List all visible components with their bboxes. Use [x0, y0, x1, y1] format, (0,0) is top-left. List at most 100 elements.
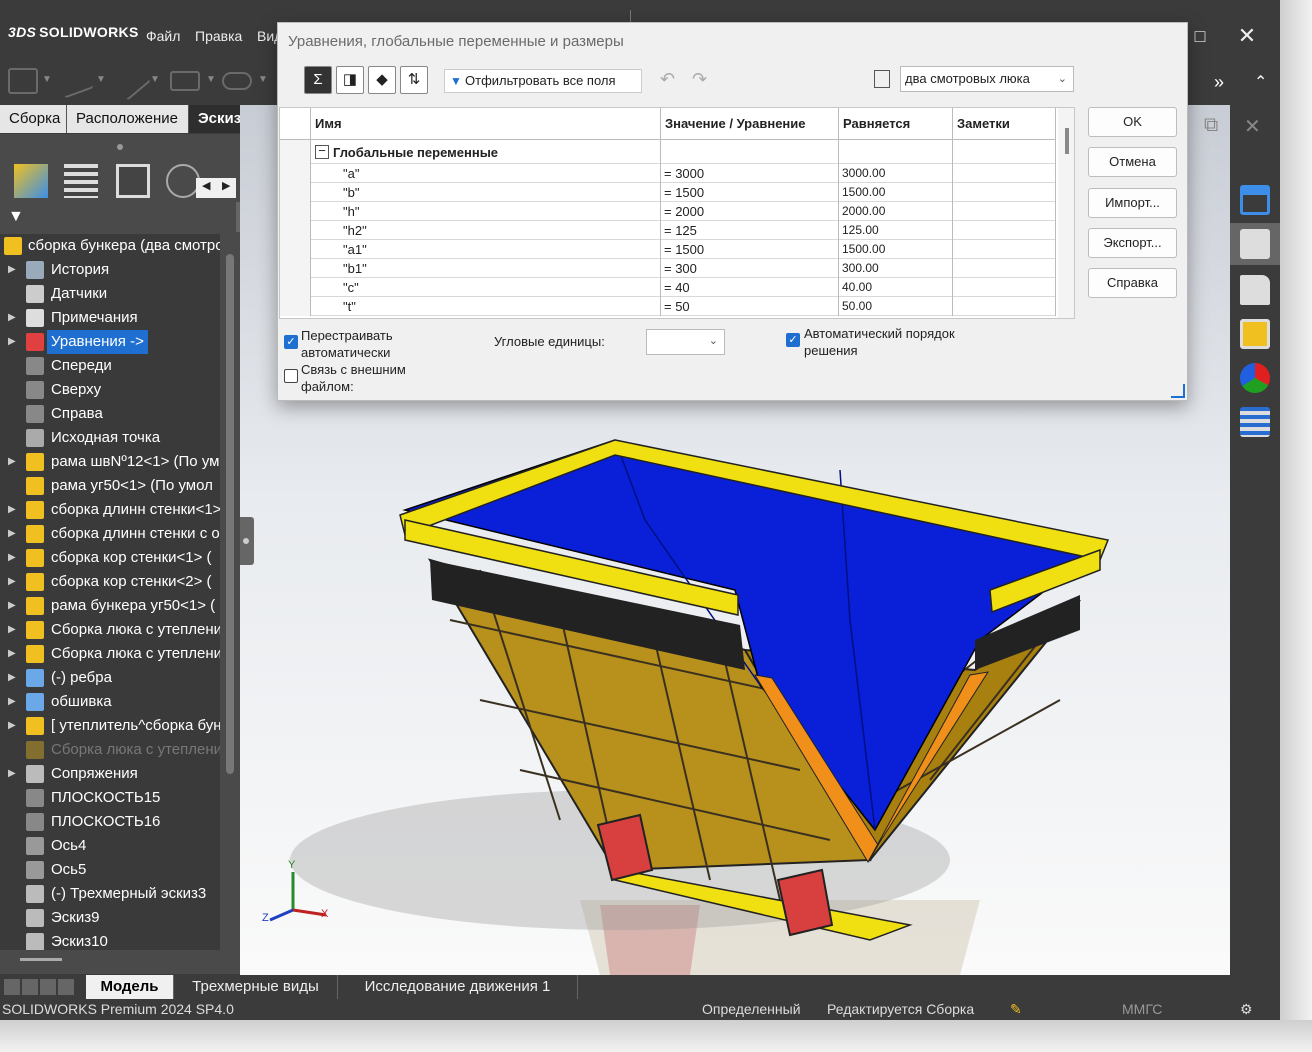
- expand-arrow-icon[interactable]: ▶: [8, 714, 16, 738]
- tree-item[interactable]: рама уг50<1> (По умол: [0, 474, 220, 498]
- tree-item[interactable]: ▶ Сборка люка с утеплени: [0, 642, 220, 666]
- home-icon[interactable]: [1240, 185, 1270, 215]
- tree-root-assembly[interactable]: сборка бункера (два смотро: [0, 234, 220, 258]
- tree-item[interactable]: Сборка люка с утеплени: [0, 738, 220, 762]
- notes-cell[interactable]: [953, 259, 1056, 278]
- expand-toolbar-icon[interactable]: »: [1214, 72, 1224, 93]
- expand-arrow-icon[interactable]: ▶: [8, 330, 16, 354]
- tree-item[interactable]: ▶ сборка длинн стенки<1>: [0, 498, 220, 522]
- expand-arrow-icon[interactable]: ▶: [8, 642, 16, 666]
- tab-motion-study[interactable]: Исследование движения 1: [338, 975, 578, 999]
- link-external-checkbox[interactable]: [284, 369, 298, 383]
- variable-name-cell[interactable]: "b1": [311, 259, 661, 278]
- variable-name-cell[interactable]: "h2": [311, 221, 661, 240]
- column-header-equation[interactable]: Значение / Уравнение: [661, 108, 839, 140]
- equation-cell[interactable]: = 1500: [661, 183, 839, 202]
- tree-item[interactable]: Ось4: [0, 834, 220, 858]
- tab-scroll-arrows[interactable]: ◀ ▶: [196, 178, 236, 198]
- tree-item[interactable]: ПЛОСКОСТЬ16: [0, 810, 220, 834]
- design-library-icon[interactable]: [1240, 229, 1270, 259]
- notes-cell[interactable]: [953, 164, 1056, 183]
- tree-item[interactable]: ▶ сборка длинн стенки с о: [0, 522, 220, 546]
- rebuild-icon[interactable]: ✎: [1010, 999, 1022, 1020]
- section-row[interactable]: − Глобальные переменные: [280, 140, 1056, 164]
- chevron-right-icon[interactable]: ▶: [222, 179, 230, 192]
- table-row[interactable]: "b" = 1500 1500.00: [280, 183, 1056, 202]
- equation-view-icon[interactable]: Σ: [304, 66, 332, 94]
- row-header[interactable]: [280, 297, 311, 316]
- tree-item[interactable]: Сверху: [0, 378, 220, 402]
- angular-units-select[interactable]: ⌄: [646, 329, 725, 355]
- resize-grip[interactable]: [1171, 384, 1185, 398]
- notes-cell[interactable]: [953, 297, 1056, 316]
- tree-item[interactable]: Исходная точка: [0, 426, 220, 450]
- chevron-down-icon[interactable]: ▼: [42, 74, 52, 85]
- table-row[interactable]: "t" = 50 50.00: [280, 297, 1056, 316]
- notes-cell[interactable]: [953, 278, 1056, 297]
- chevron-left-icon[interactable]: ◀: [202, 179, 210, 192]
- table-row[interactable]: "h" = 2000 2000.00: [280, 202, 1056, 221]
- variable-name-cell[interactable]: "h": [311, 202, 661, 221]
- appearances-icon[interactable]: [1240, 363, 1270, 393]
- tree-item[interactable]: ▶ Сопряжения: [0, 762, 220, 786]
- filter-icon[interactable]: ▼: [8, 208, 24, 226]
- expand-arrow-icon[interactable]: ▶: [8, 570, 16, 594]
- auto-solve-checkbox[interactable]: ✓: [786, 333, 800, 347]
- tree-item[interactable]: Ось5: [0, 858, 220, 882]
- last-tab-arrow[interactable]: [58, 979, 74, 995]
- configuration-select[interactable]: два смотровых люка ⌄: [900, 66, 1074, 92]
- ordered-view-icon[interactable]: ⇅: [400, 66, 428, 94]
- notes-cell[interactable]: [953, 202, 1056, 221]
- column-header-evaluates[interactable]: Равняется: [839, 108, 953, 140]
- variable-name-cell[interactable]: "b": [311, 183, 661, 202]
- notes-cell[interactable]: [953, 183, 1056, 202]
- tree-item[interactable]: ▶ Сборка люка с утеплени: [0, 618, 220, 642]
- equation-cell[interactable]: = 125: [661, 221, 839, 240]
- equation-cell[interactable]: = 300: [661, 259, 839, 278]
- row-header[interactable]: [280, 259, 311, 278]
- dimxpert-tab-icon[interactable]: [166, 164, 200, 198]
- collapse-icon[interactable]: −: [315, 144, 329, 159]
- chevron-down-icon[interactable]: ▼: [258, 74, 268, 85]
- variable-name-cell[interactable]: "a1": [311, 240, 661, 259]
- tree-item[interactable]: ▶ (-) ребра: [0, 666, 220, 690]
- menu-file[interactable]: Файл: [146, 28, 180, 44]
- expand-arrow-icon[interactable]: ▶: [8, 618, 16, 642]
- row-header[interactable]: [280, 221, 311, 240]
- scroll-thumb[interactable]: [1065, 128, 1069, 154]
- column-header-name[interactable]: Имя: [311, 108, 661, 140]
- equation-cell[interactable]: = 2000: [661, 202, 839, 221]
- chevron-down-icon[interactable]: ▼: [150, 74, 160, 85]
- dimension-view-icon[interactable]: ◆: [368, 66, 396, 94]
- tree-item[interactable]: ▶ обшивка: [0, 690, 220, 714]
- tree-item[interactable]: Справа: [0, 402, 220, 426]
- prev-tab-arrow[interactable]: [22, 979, 38, 995]
- tree-item[interactable]: ▶ сборка кор стенки<1> (: [0, 546, 220, 570]
- row-header[interactable]: [280, 164, 311, 183]
- unit-system[interactable]: ММГС: [1122, 999, 1162, 1020]
- import-button[interactable]: Импорт...: [1088, 188, 1177, 218]
- tree-item[interactable]: ▶ Примечания: [0, 306, 220, 330]
- export-button[interactable]: Экспорт...: [1088, 228, 1177, 258]
- table-row[interactable]: "b1" = 300 300.00: [280, 259, 1056, 278]
- sketch-equation-view-icon[interactable]: ◨: [336, 66, 364, 94]
- variable-name-cell[interactable]: "t": [311, 297, 661, 316]
- tree-hscrollbar[interactable]: [20, 958, 62, 961]
- equation-cell[interactable]: = 50: [661, 297, 839, 316]
- table-row[interactable]: "a1" = 1500 1500.00: [280, 240, 1056, 259]
- rectangle-icon[interactable]: [170, 71, 200, 91]
- file-explorer-icon[interactable]: [1240, 275, 1270, 305]
- chevron-down-icon[interactable]: ▼: [206, 74, 216, 85]
- expand-arrow-icon[interactable]: ▶: [8, 306, 16, 330]
- customize-icon[interactable]: ⚙: [1240, 999, 1253, 1020]
- tree-scrollbar[interactable]: [226, 254, 234, 774]
- redo-icon[interactable]: ↷: [692, 69, 707, 90]
- row-header[interactable]: [280, 183, 311, 202]
- collapse-icon[interactable]: ⌃: [1254, 72, 1267, 92]
- expand-arrow-icon[interactable]: ▶: [8, 450, 16, 474]
- variable-name-cell[interactable]: "c": [311, 278, 661, 297]
- rebuild-auto-checkbox[interactable]: ✓: [284, 335, 298, 349]
- tree-item[interactable]: Эскиз9: [0, 906, 220, 930]
- row-header[interactable]: [280, 278, 311, 297]
- tab-3d-views[interactable]: Трехмерные виды: [174, 975, 338, 999]
